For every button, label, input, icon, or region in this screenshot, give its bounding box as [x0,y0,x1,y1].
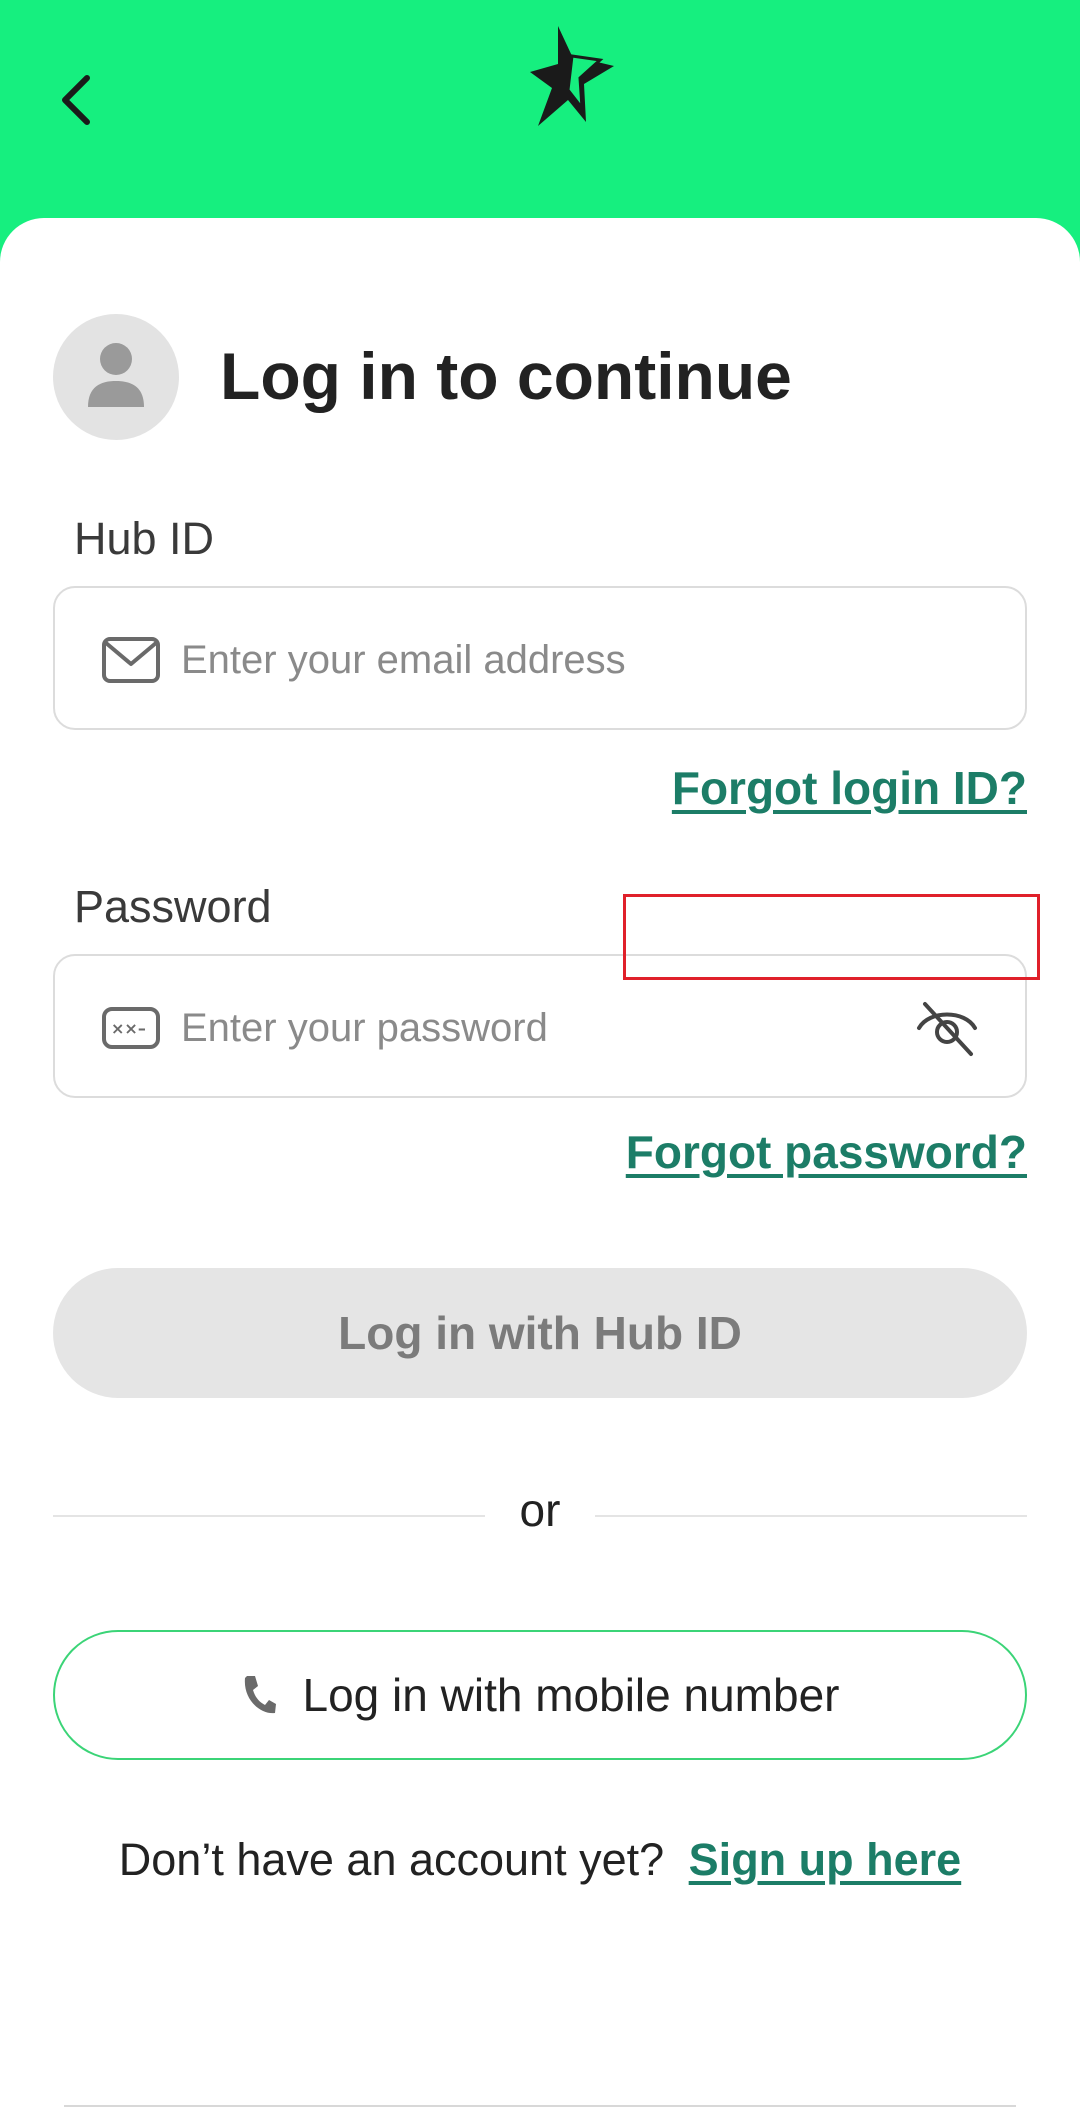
forgot-password-link[interactable]: Forgot password? [626,1124,1027,1180]
login-hub-id-button[interactable]: Log in with Hub ID [53,1268,1027,1398]
svg-text:××–: ××– [111,1019,146,1038]
envelope-icon [102,637,160,683]
divider-right [595,1515,1027,1517]
login-mobile-button[interactable]: Log in with mobile number [53,1630,1027,1760]
chevron-left-icon [62,75,90,125]
forgot-login-id-link[interactable]: Forgot login ID? [672,760,1027,816]
login-card: Log in to continue Hub ID Forgot login I… [0,218,1080,2109]
password-label: Password [74,881,272,932]
email-input[interactable] [181,628,831,692]
page-title: Log in to continue [220,339,792,413]
signup-row: Don’t have an account yet? Sign up here [0,1832,1080,1888]
password-field[interactable]: ××– [53,954,1027,1098]
bottom-divider [64,2105,1016,2107]
app-header [0,0,1080,220]
divider-text: or [519,1484,561,1536]
eye-slash-icon [917,1002,977,1056]
user-avatar-icon [53,314,179,440]
phone-icon [244,1676,276,1714]
password-input[interactable] [181,996,831,1060]
signup-prompt: Don’t have an account yet? [118,1834,665,1885]
login-mobile-label: Log in with mobile number [302,1669,840,1721]
toggle-password-visibility-button[interactable] [915,996,979,1060]
signup-link[interactable]: Sign up here [689,1834,962,1885]
hub-id-field[interactable] [53,586,1027,730]
divider-left [53,1515,485,1517]
password-field-icon: ××– [102,1007,160,1049]
hub-id-label: Hub ID [74,513,215,564]
star-logo-icon [528,22,620,132]
back-button[interactable] [52,68,100,132]
